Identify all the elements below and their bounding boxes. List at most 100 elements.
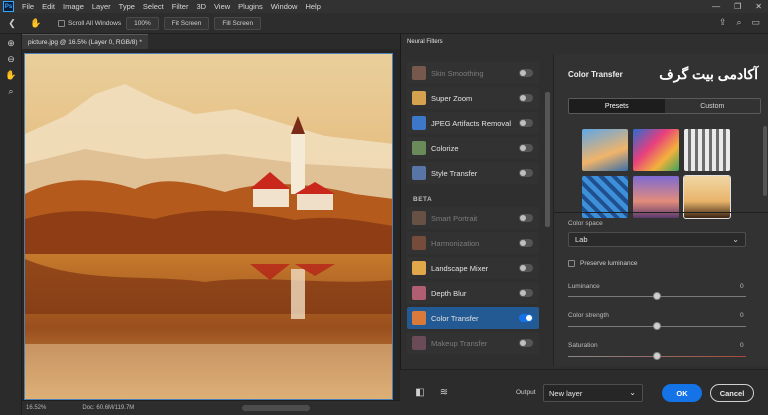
tab-presets[interactable]: Presets: [569, 99, 665, 113]
luminance-slider-knob[interactable]: [653, 292, 661, 300]
preserve-luminance-checkbox[interactable]: Preserve luminance: [568, 260, 637, 267]
filter-toggle[interactable]: [519, 264, 533, 272]
lake-castle-image: [25, 54, 392, 399]
menu-image[interactable]: Image: [59, 2, 88, 11]
document-canvas[interactable]: [24, 53, 393, 400]
compare-icon[interactable]: ◧: [414, 386, 426, 398]
depth-blur-thumb-icon: [412, 286, 426, 300]
style-transfer-thumb-icon: [412, 166, 426, 180]
menu-window[interactable]: Window: [267, 2, 302, 11]
menu-select[interactable]: Select: [139, 2, 168, 11]
slider-value: 0: [740, 283, 744, 290]
tab-custom[interactable]: Custom: [665, 99, 761, 113]
preset-thumbnail[interactable]: [582, 129, 628, 171]
zoom-in-icon[interactable]: ⊕: [0, 36, 22, 50]
divider: [554, 212, 768, 213]
ok-button[interactable]: OK: [662, 384, 702, 402]
document-tab[interactable]: picture.jpg @ 16.5% (Layer 0, RGB/8) *: [22, 34, 148, 49]
output-select[interactable]: New layer ⌄: [543, 384, 643, 402]
skin-smoothing-thumb-icon: [412, 66, 426, 80]
options-scrollbar[interactable]: [763, 126, 767, 196]
zoom-out-icon[interactable]: ⊖: [0, 52, 22, 66]
document-tab-title: picture.jpg @ 16.5% (Layer 0, RGB/8) *: [28, 38, 142, 46]
filter-item-depth-blur[interactable]: Depth Blur: [407, 282, 539, 304]
jpeg-artifacts-thumb-icon: [412, 116, 426, 130]
menu-file[interactable]: File: [18, 2, 38, 11]
filter-toggle[interactable]: [519, 144, 533, 152]
makeup-transfer-thumb-icon: [412, 336, 426, 350]
filter-toggle[interactable]: [519, 119, 533, 127]
menu-filter[interactable]: Filter: [168, 2, 193, 11]
neural-filters-title: Neural Filters: [407, 39, 443, 45]
menu-3d[interactable]: 3D: [192, 2, 210, 11]
fit-screen-button[interactable]: Fit Screen: [163, 16, 210, 30]
menu-help[interactable]: Help: [301, 2, 324, 11]
filter-item-harmonization[interactable]: Harmonization: [407, 232, 539, 254]
chevron-down-icon: ⌄: [629, 388, 636, 397]
filter-label: Colorize: [431, 143, 459, 153]
landscape-mixer-thumb-icon: [412, 261, 426, 275]
back-chevron-icon[interactable]: ❮: [0, 16, 24, 30]
menu-edit[interactable]: Edit: [38, 2, 59, 11]
menu-type[interactable]: Type: [115, 2, 139, 11]
doc-size-readout: Doc: 60.6M/119.7M: [82, 405, 135, 411]
scroll-all-windows-checkbox[interactable]: Scroll All Windows: [58, 19, 121, 27]
output-label: Output: [516, 389, 536, 396]
filter-item-color-transfer[interactable]: Color Transfer: [407, 307, 539, 329]
filter-toggle[interactable]: [519, 289, 533, 297]
search-icon[interactable]: ⌕: [736, 17, 741, 28]
filter-label: Smart Portrait: [431, 213, 478, 223]
filter-label: Harmonization: [431, 238, 480, 248]
share-icon[interactable]: ⇪: [719, 17, 727, 28]
zoom-tool-icon[interactable]: ⌕: [0, 84, 22, 98]
filter-toggle[interactable]: [519, 169, 533, 177]
filter-item-super-zoom[interactable]: Super Zoom: [407, 87, 539, 109]
saturation-slider-knob[interactable]: [653, 352, 661, 360]
horizontal-scrollbar[interactable]: [242, 405, 310, 411]
filter-toggle[interactable]: [519, 214, 533, 222]
menu-layer[interactable]: Layer: [88, 2, 115, 11]
cancel-button[interactable]: Cancel: [710, 384, 754, 402]
filter-item-style-transfer[interactable]: Style Transfer: [407, 162, 539, 184]
color-space-select[interactable]: Lab ⌄: [568, 232, 746, 247]
filter-list-scrollbar[interactable]: [545, 92, 550, 227]
color-transfer-options: Color Transfer آکادمی بیت گرف Presets Cu…: [553, 54, 768, 366]
filter-toggle[interactable]: [519, 94, 533, 102]
filter-item-skin-smoothing[interactable]: Skin Smoothing: [407, 62, 539, 84]
zoom-100-button[interactable]: 100%: [126, 16, 159, 30]
hand-tool-icon[interactable]: ✋: [24, 16, 48, 30]
super-zoom-thumb-icon: [412, 91, 426, 105]
hand-icon[interactable]: ✋: [0, 68, 22, 82]
preserve-luminance-label: Preserve luminance: [580, 260, 638, 267]
preset-thumbnail[interactable]: [684, 129, 730, 171]
filter-toggle[interactable]: [519, 239, 533, 247]
filter-item-smart-portrait[interactable]: Smart Portrait: [407, 207, 539, 229]
slider-value: 0: [740, 312, 744, 319]
menu-plugins[interactable]: Plugins: [234, 2, 267, 11]
workspace-icon[interactable]: ▭: [751, 17, 760, 28]
minimize-icon[interactable]: —: [712, 2, 720, 11]
filter-item-jpeg-artifacts-removal[interactable]: JPEG Artifacts Removal: [407, 112, 539, 134]
options-right-icons: ⇪ ⌕ ▭: [719, 17, 760, 28]
filter-label: Style Transfer: [431, 168, 478, 178]
status-bar: 16.52% Doc: 60.6M/119.7M: [22, 400, 400, 415]
menu-view[interactable]: View: [210, 2, 234, 11]
layers-icon[interactable]: ≋: [438, 386, 450, 398]
tools-panel: ⊕ ⊖ ✋ ⌕: [0, 34, 22, 415]
color-strength-slider-knob[interactable]: [653, 322, 661, 330]
fill-screen-button[interactable]: Fill Screen: [214, 16, 262, 30]
restore-icon[interactable]: ❐: [734, 2, 741, 11]
chevron-down-icon: ⌄: [732, 235, 739, 244]
filter-toggle[interactable]: [519, 314, 533, 322]
filter-toggle[interactable]: [519, 69, 533, 77]
filter-item-landscape-mixer[interactable]: Landscape Mixer: [407, 257, 539, 279]
slider-label: Luminance: [568, 283, 600, 290]
close-icon[interactable]: ✕: [755, 2, 762, 11]
zoom-readout[interactable]: 16.52%: [26, 405, 46, 411]
options-bar: ❮ ✋ Scroll All Windows 100% Fit Screen F…: [0, 13, 768, 34]
filter-label: Super Zoom: [431, 93, 473, 103]
filter-item-colorize[interactable]: Colorize: [407, 137, 539, 159]
filter-toggle[interactable]: [519, 339, 533, 347]
preset-thumbnail[interactable]: [633, 129, 679, 171]
filter-item-makeup-transfer[interactable]: Makeup Transfer: [407, 332, 539, 354]
